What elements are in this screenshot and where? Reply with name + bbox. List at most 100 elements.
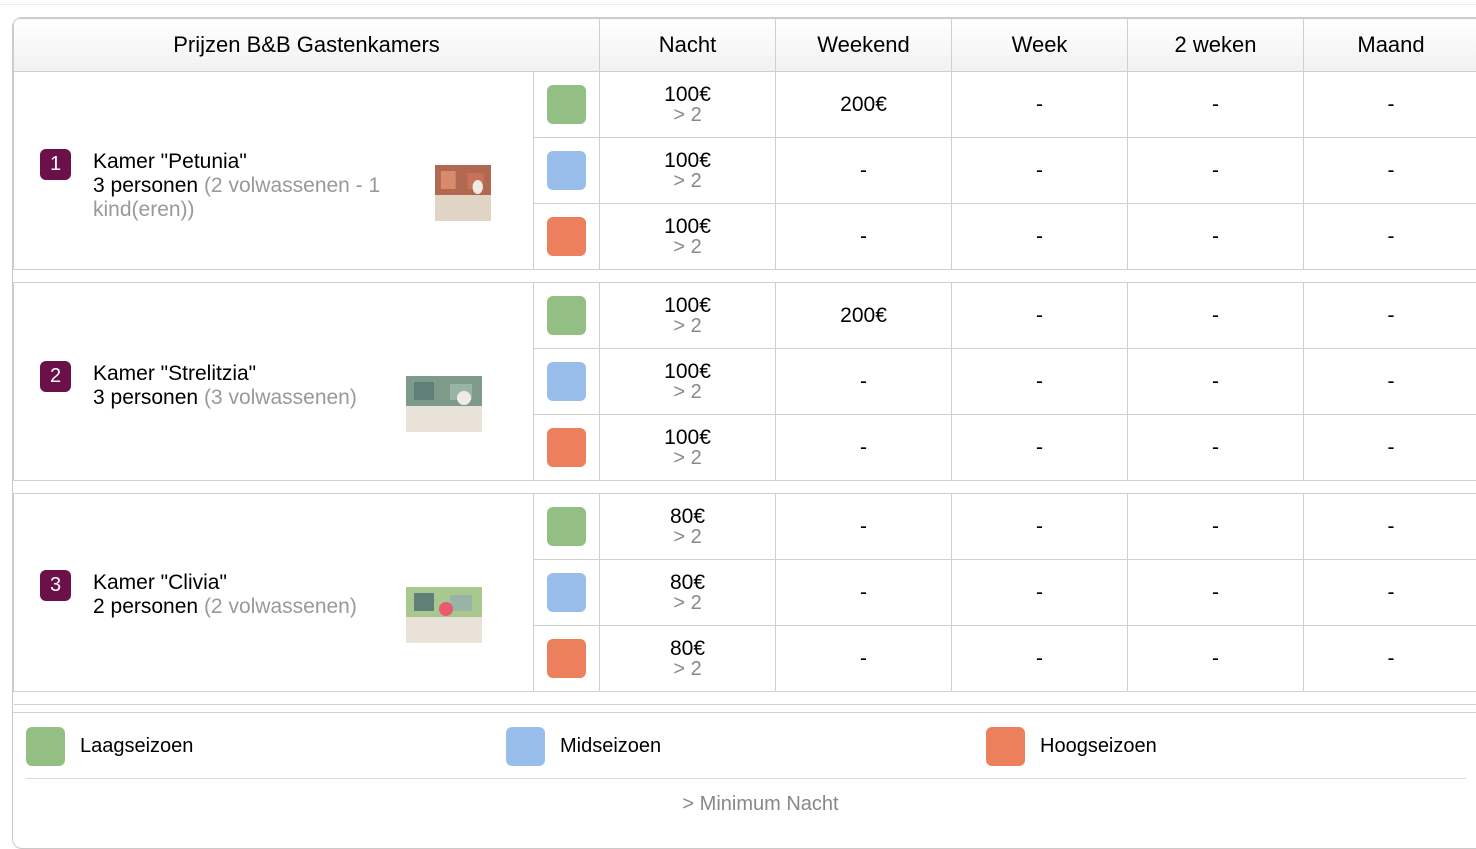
room-info: Kamer "Strelitzia" 3 personen (3 volwass… [93, 362, 413, 410]
room-cell: 2 Kamer "Strelitzia" 3 personen (3 volwa… [14, 283, 534, 481]
cell-week: - [952, 560, 1128, 626]
cell-2-weken: - [1128, 560, 1304, 626]
season-swatch-cell [534, 72, 600, 138]
separator-cell [14, 481, 1476, 494]
room-separator [14, 481, 1476, 494]
price-table: Prijzen B&B Gastenkamers Nacht Weekend W… [13, 18, 1476, 705]
table-body: 1 Kamer "Petunia" 3 personen (2 volwasse… [14, 72, 1476, 705]
nacht-price: 100€ [600, 361, 775, 382]
cell-nacht: 100€> 2 [600, 204, 776, 270]
low-season-swatch [547, 507, 586, 546]
high-season-swatch [547, 428, 586, 467]
season-swatch-cell [534, 283, 600, 349]
col-header-week: Week [952, 19, 1128, 72]
cell-weekend: - [776, 415, 952, 481]
season-swatch-cell [534, 204, 600, 270]
mid-season-swatch [547, 151, 586, 190]
cell-week: - [952, 72, 1128, 138]
season-swatch-cell [534, 560, 600, 626]
season-legend: Laagseizoen Midseizoen Hoogseizoen > Min… [13, 712, 1476, 849]
min-nights: > 2 [600, 382, 775, 402]
col-header-nacht: Nacht [600, 19, 776, 72]
cell-2-weken: - [1128, 349, 1304, 415]
room-photo-thumbnail[interactable] [406, 587, 482, 643]
mid-season-swatch [547, 362, 586, 401]
nacht-price: 100€ [600, 216, 775, 237]
col-header-weekend: Weekend [776, 19, 952, 72]
room-name: Kamer "Petunia" [93, 150, 413, 174]
season-swatch-cell [534, 349, 600, 415]
cell-maand: - [1304, 349, 1476, 415]
min-nights: > 2 [600, 316, 775, 336]
room-cell: 1 Kamer "Petunia" 3 personen (2 volwasse… [14, 72, 534, 270]
cell-nacht: 100€> 2 [600, 283, 776, 349]
cell-2-weken: - [1128, 626, 1304, 692]
cell-weekend: - [776, 626, 952, 692]
price-row: 1 Kamer "Petunia" 3 personen (2 volwasse… [14, 72, 1476, 138]
cell-weekend: - [776, 494, 952, 560]
min-nights: > 2 [600, 593, 775, 613]
season-swatch-cell [534, 415, 600, 481]
high-season-swatch [547, 639, 586, 678]
price-table-container: Prijzen B&B Gastenkamers Nacht Weekend W… [12, 17, 1476, 849]
min-nights: > 2 [600, 527, 775, 547]
high-season-swatch [986, 727, 1025, 766]
legend-label-high: Hoogseizoen [1040, 735, 1157, 758]
legend-label-low: Laagseizoen [80, 735, 193, 758]
cell-nacht: 80€> 2 [600, 560, 776, 626]
room-photo-thumbnail[interactable] [435, 165, 491, 221]
room-persons: 2 personen [93, 595, 198, 618]
cell-maand: - [1304, 283, 1476, 349]
legend-label-mid: Midseizoen [560, 735, 661, 758]
room-name: Kamer "Clivia" [93, 571, 413, 595]
high-season-swatch [547, 217, 586, 256]
legend-item-low: Laagseizoen [26, 727, 193, 766]
min-nights: > 2 [600, 171, 775, 191]
room-capacity: 3 personen (3 volwassenen) [93, 386, 413, 410]
header-row: Prijzen B&B Gastenkamers Nacht Weekend W… [14, 19, 1476, 72]
nacht-price: 100€ [600, 295, 775, 316]
legend-min-night-note: > Minimum Nacht [13, 793, 1476, 816]
cell-2-weken: - [1128, 283, 1304, 349]
min-nights: > 2 [600, 237, 775, 257]
separator-cell [14, 692, 1476, 705]
cell-nacht: 100€> 2 [600, 72, 776, 138]
cell-2-weken: - [1128, 415, 1304, 481]
room-photo-thumbnail[interactable] [406, 376, 482, 432]
cell-week: - [952, 349, 1128, 415]
nacht-price: 80€ [600, 638, 775, 659]
room-info: Kamer "Petunia" 3 personen (2 volwassene… [93, 150, 413, 222]
cell-nacht: 100€> 2 [600, 349, 776, 415]
low-season-swatch [547, 85, 586, 124]
cell-maand: - [1304, 560, 1476, 626]
nacht-price: 100€ [600, 84, 775, 105]
cell-2-weken: - [1128, 138, 1304, 204]
mid-season-swatch [506, 727, 545, 766]
cell-weekend: - [776, 349, 952, 415]
min-nights: > 2 [600, 105, 775, 125]
legend-item-mid: Midseizoen [506, 727, 661, 766]
price-row: 2 Kamer "Strelitzia" 3 personen (3 volwa… [14, 283, 1476, 349]
nacht-price: 80€ [600, 506, 775, 527]
min-nights: > 2 [600, 659, 775, 679]
room-occupancy-detail: (2 volwassenen) [204, 595, 357, 618]
room-capacity: 3 personen (2 volwassenen - 1 kind(eren)… [93, 174, 413, 222]
room-cell: 3 Kamer "Clivia" 2 personen (2 volwassen… [14, 494, 534, 692]
separator-cell [14, 270, 1476, 283]
season-swatch-cell [534, 494, 600, 560]
col-header-maand: Maand [1304, 19, 1476, 72]
mid-season-swatch [547, 573, 586, 612]
nacht-price: 100€ [600, 150, 775, 171]
cell-maand: - [1304, 415, 1476, 481]
cell-nacht: 100€> 2 [600, 138, 776, 204]
cell-week: - [952, 138, 1128, 204]
legend-divider [26, 778, 1466, 779]
cell-maand: - [1304, 138, 1476, 204]
room-occupancy-detail: (3 volwassenen) [204, 386, 357, 409]
low-season-swatch [26, 727, 65, 766]
room-name: Kamer "Strelitzia" [93, 362, 413, 386]
season-swatch-cell [534, 138, 600, 204]
cell-week: - [952, 204, 1128, 270]
col-header-2-weken: 2 weken [1128, 19, 1304, 72]
cell-weekend: 200€ [776, 283, 952, 349]
